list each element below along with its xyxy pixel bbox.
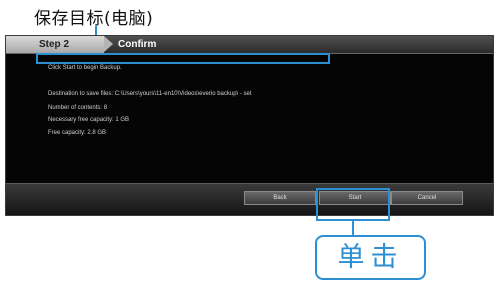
free-capacity-text: Free capacity: 2.8 GB [48, 130, 107, 136]
step-label: Step 2 [6, 36, 104, 53]
destination-highlight [36, 53, 330, 64]
destination-text: Destination to save files: C:\Users\your… [48, 91, 252, 97]
content-count-text: Number of contents: 8 [48, 105, 108, 111]
back-button[interactable]: Back [244, 191, 316, 205]
instruction-text: Click Start to begin Backup. [48, 65, 122, 71]
dialog-header: Step 2 Confirm [6, 36, 493, 54]
step-title: Confirm [118, 39, 157, 50]
dialog-footer: Back Start Cancel [6, 183, 493, 215]
step-arrow-icon [104, 36, 113, 52]
cancel-button[interactable]: Cancel [391, 191, 463, 205]
click-callout-line [352, 221, 354, 235]
click-callout-label: 单击 [315, 235, 426, 280]
start-highlight [316, 188, 390, 221]
destination-callout-label: 保存目标(电脑) [34, 9, 154, 29]
required-capacity-text: Necessary free capacity: 1 GB [48, 117, 130, 123]
